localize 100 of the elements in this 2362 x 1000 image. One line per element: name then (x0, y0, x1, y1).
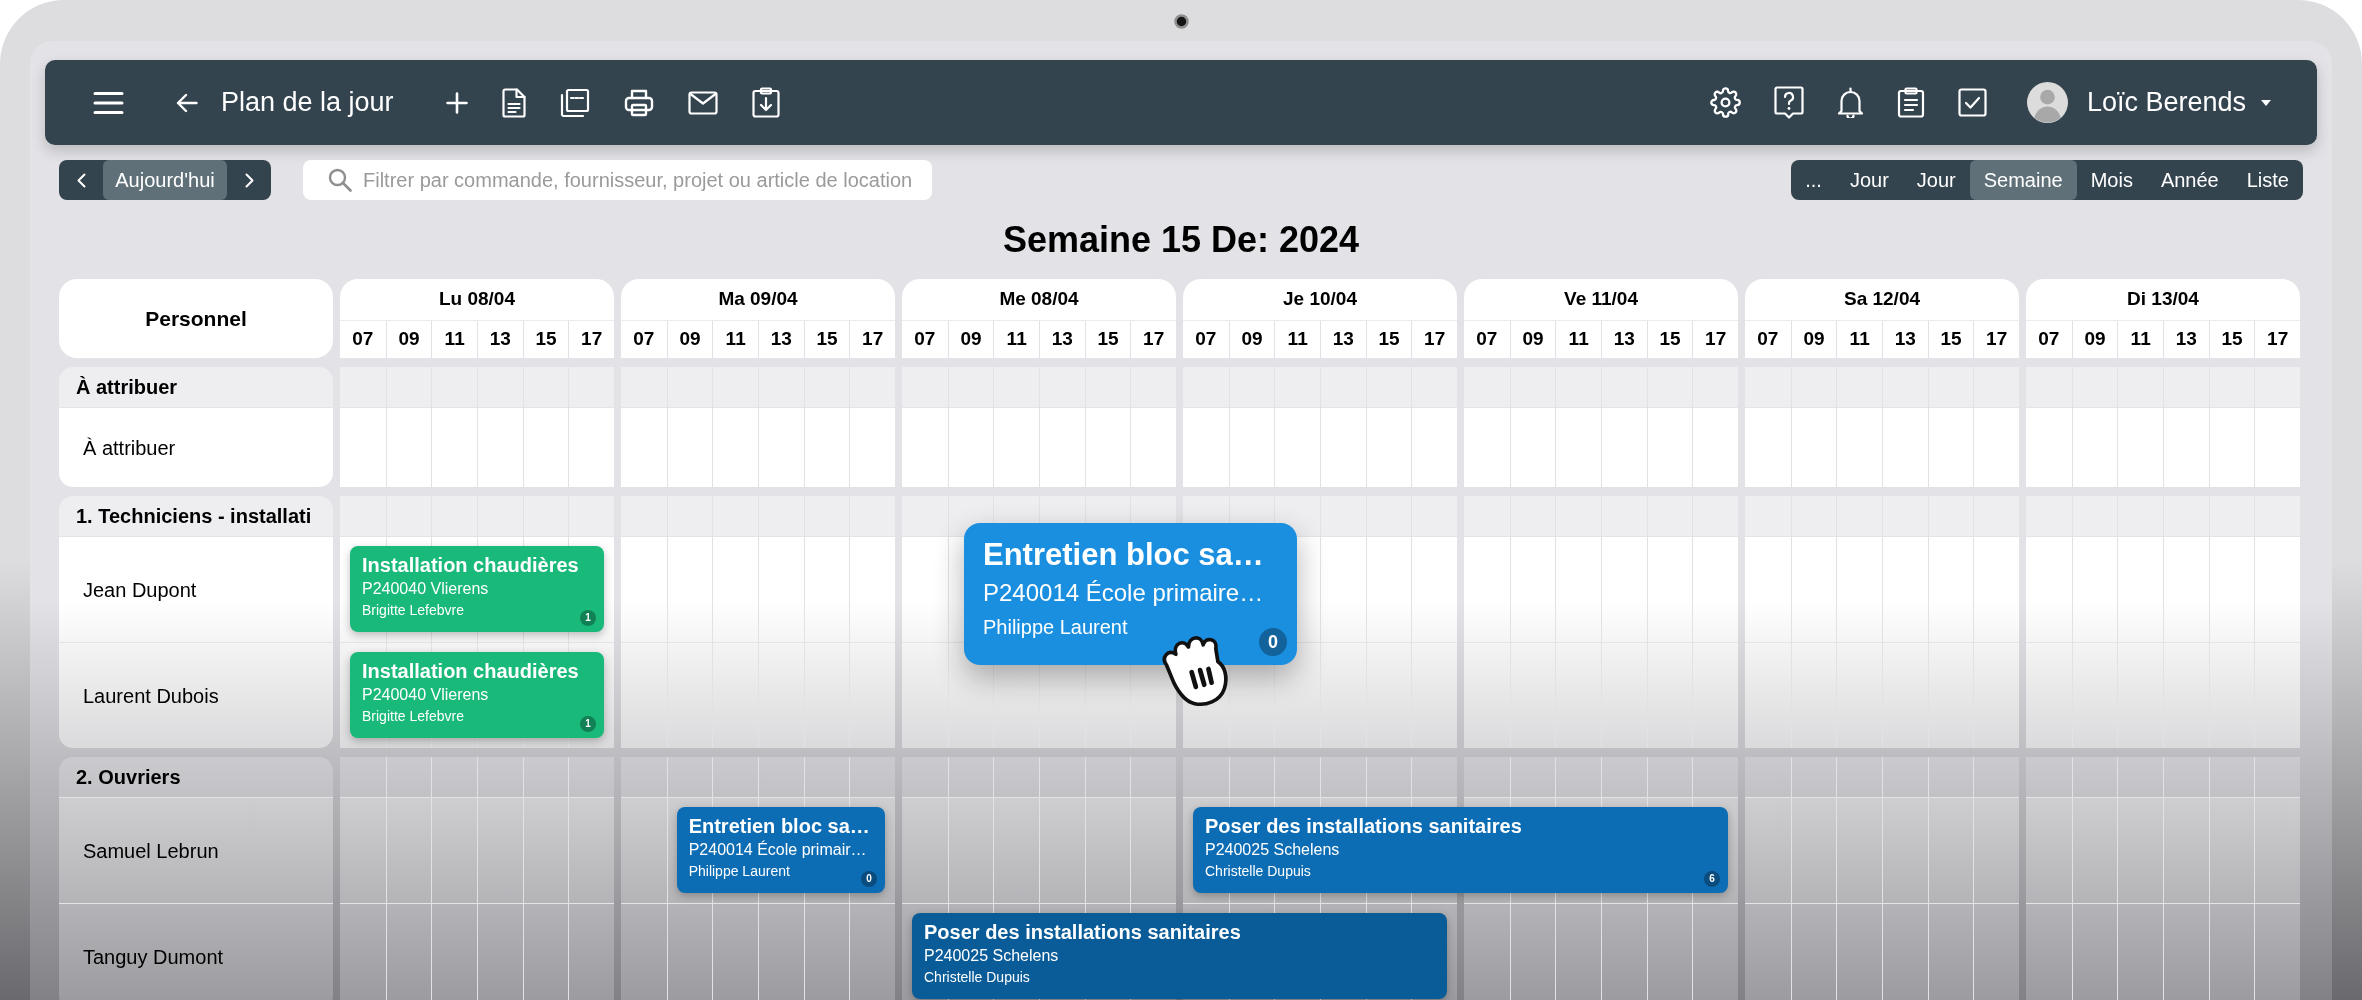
view-tab[interactable]: ... (1791, 160, 1836, 200)
group-label: À attribuer (76, 375, 178, 400)
event-contact: Philippe Laurent (688, 862, 790, 880)
view-tab[interactable]: Mois (2076, 160, 2147, 200)
hour-label: 07 (1476, 327, 1498, 352)
hour-label: 11 (1849, 327, 1870, 352)
view-tab[interactable]: Jour (1835, 160, 1903, 200)
view-tab[interactable]: Semaine (1969, 160, 2077, 200)
clipboard-download-icon[interactable] (751, 87, 780, 118)
hour-label: 13 (2175, 327, 2197, 352)
hour-label: 11 (2130, 327, 2151, 352)
event-title: Installation chaudières (362, 553, 579, 577)
page-title: Plan de la jour (221, 86, 394, 120)
event-title: Poser des installations sanitaires (1205, 814, 1522, 838)
event-card[interactable]: Poser des installations sanitaires P240025 Schelens Christelle Dupuis (912, 913, 1447, 999)
chevron-right-icon (244, 172, 254, 188)
view-tab[interactable]: Liste (2232, 160, 2303, 200)
view-tab[interactable]: Jour (1902, 160, 1970, 200)
clipboard-list-icon[interactable] (1896, 87, 1925, 118)
resource-name: Tanguy Dumont (83, 944, 224, 970)
day-label: Lu 08/04 (438, 287, 515, 312)
hour-label: 09 (960, 327, 982, 352)
printer-icon[interactable] (623, 88, 654, 117)
avatar-icon (2026, 82, 2068, 123)
hour-label: 15 (816, 327, 838, 352)
dragged-event-card[interactable]: Entretien bloc sa… P240014 École primaire… Philippe Laurent 0 (964, 523, 1297, 665)
mail-icon[interactable] (687, 90, 718, 115)
add-icon[interactable] (445, 91, 468, 114)
event-contact: Christelle Dupuis (924, 968, 1030, 986)
checkbox-icon[interactable] (1957, 88, 1987, 117)
hour-label: 07 (352, 327, 374, 352)
hour-label: 15 (535, 327, 557, 352)
day-label: Ve 11/04 (1564, 287, 1638, 312)
event-card[interactable]: Entretien bloc sa… P240014 École primair… Philippe Laurent 0 (676, 807, 885, 893)
event-project: P240014 École primair… (688, 839, 867, 860)
hour-label: 17 (862, 327, 884, 352)
hour-label: 17 (581, 327, 603, 352)
hour-label: 17 (1143, 327, 1165, 352)
event-title: Entretien bloc sa… (688, 814, 870, 838)
hour-label: 11 (1006, 327, 1027, 352)
hour-label: 15 (1378, 327, 1400, 352)
hour-label: 09 (2084, 327, 2106, 352)
event-card[interactable]: Installation chaudières P240040 Vlierens Brigitte Lefebvre 1 (350, 652, 604, 738)
hour-label: 13 (1332, 327, 1354, 352)
stacked-pages-icon[interactable] (559, 87, 590, 118)
event-project: P240040 Vlierens (362, 579, 489, 599)
menu-icon[interactable] (93, 90, 124, 115)
settings-icon[interactable] (1709, 87, 1741, 118)
hour-label: 13 (1051, 327, 1073, 352)
count-badge: 0 (1259, 628, 1287, 656)
back-arrow-icon[interactable] (176, 92, 198, 113)
today-button[interactable]: Aujourd'hui (103, 160, 227, 200)
hour-label: 17 (1424, 327, 1446, 352)
week-title: Semaine 15 De: 2024 (1002, 220, 1360, 260)
event-contact: Brigitte Lefebvre (362, 601, 464, 619)
event-contact: Christelle Dupuis (1205, 862, 1311, 880)
event-card[interactable]: Installation chaudières P240040 Vlierens Brigitte Lefebvre 1 (350, 546, 604, 632)
event-title: Installation chaudières (362, 659, 579, 683)
view-tab[interactable]: Année (2146, 160, 2233, 200)
event-project: P240040 Vlierens (362, 685, 489, 705)
webcam-icon (1174, 14, 1189, 29)
hour-label: 13 (770, 327, 792, 352)
search-icon (328, 168, 352, 192)
hour-label: 17 (1705, 327, 1727, 352)
hour-label: 07 (2038, 327, 2060, 352)
event-title: Entretien bloc sa… (983, 536, 1264, 574)
count-badge: 0 (861, 871, 877, 887)
chevron-left-icon (76, 172, 86, 188)
hour-label: 17 (2267, 327, 2289, 352)
user-menu-button[interactable]: Loïc Berends (2026, 82, 2271, 123)
group-label: 2. Ouvriers (76, 765, 181, 790)
hour-label: 11 (444, 327, 465, 352)
column-heading: Personnel (145, 305, 247, 332)
hour-label: 09 (1803, 327, 1825, 352)
hour-label: 15 (1659, 327, 1681, 352)
event-project: P240014 École primaire… (983, 578, 1264, 608)
event-title: Poser des installations sanitaires (924, 920, 1241, 944)
day-label: Me 08/04 (999, 287, 1079, 312)
hour-label: 11 (725, 327, 746, 352)
search-field[interactable]: Filtrer par commande, fournisseur, projet ou article de location (303, 160, 932, 200)
help-icon[interactable] (1773, 86, 1804, 119)
hour-label: 09 (1241, 327, 1263, 352)
bell-icon[interactable] (1836, 87, 1864, 118)
hour-label: 09 (679, 327, 701, 352)
hour-label: 13 (1613, 327, 1635, 352)
resource-name: Samuel Lebrun (83, 838, 219, 864)
hour-label: 11 (1287, 327, 1308, 352)
day-label: Je 10/04 (1283, 287, 1357, 312)
hour-label: 11 (1568, 327, 1589, 352)
event-card[interactable]: Poser des installations sanitaires P240025 Schelens Christelle Dupuis 6 (1193, 807, 1728, 893)
resource-name: Jean Dupont (83, 577, 197, 603)
document-icon[interactable] (501, 87, 526, 118)
day-label: Sa 12/04 (1843, 287, 1921, 312)
hour-label: 09 (398, 327, 420, 352)
event-contact: Philippe Laurent (983, 615, 1128, 640)
count-badge: 1 (580, 610, 596, 626)
group-label: 1. Techniciens - installati (76, 504, 312, 529)
event-project: P240025 Schelens (924, 946, 1059, 966)
caret-down-icon (2261, 99, 2271, 106)
hour-label: 07 (914, 327, 936, 352)
